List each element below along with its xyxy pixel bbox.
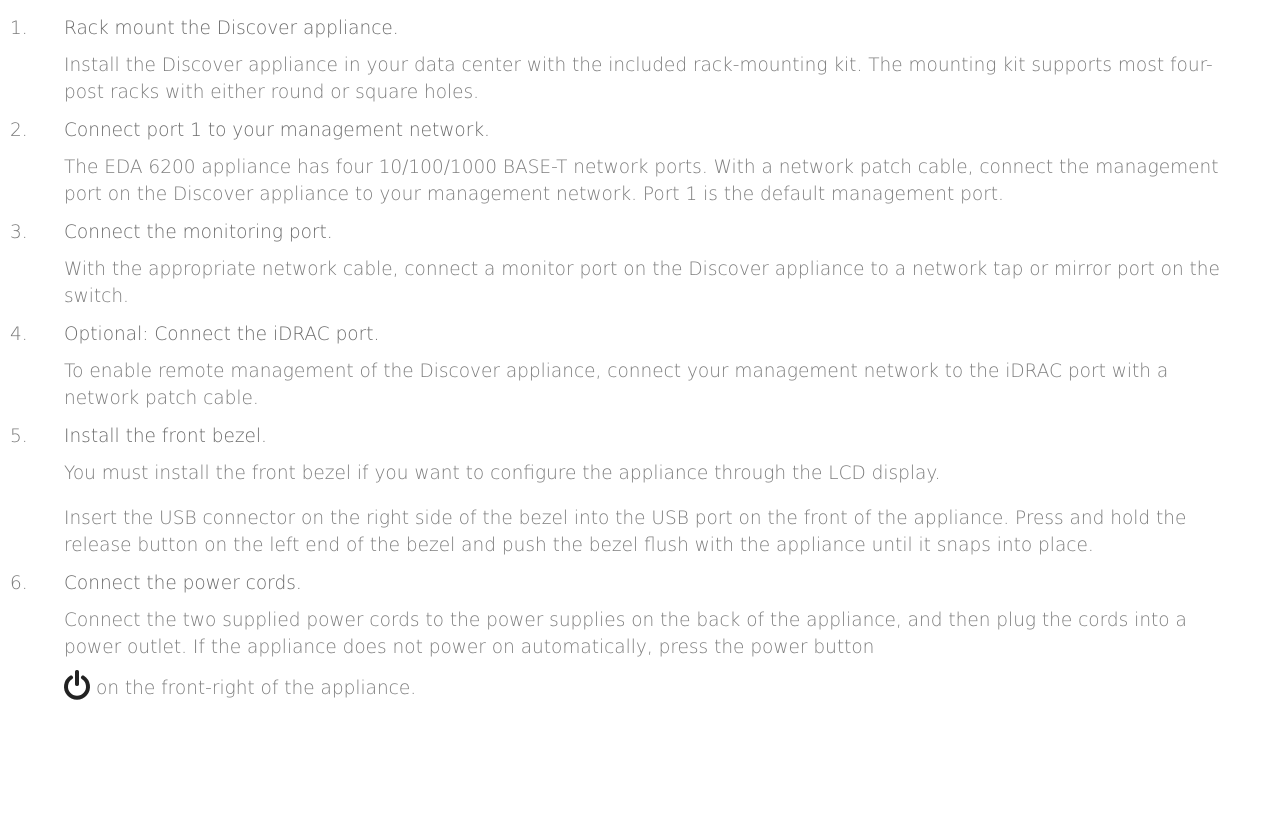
step-number: 5. [10, 426, 28, 447]
installation-steps: 1. Rack mount the Discover appliance. In… [0, 0, 1280, 701]
step-number: 4. [10, 324, 28, 345]
power-icon [64, 670, 90, 700]
step-title: Connect port 1 to your management networ… [64, 120, 490, 141]
step-connect-power-cords: 6. Connect the power cords. Connect the … [0, 569, 1280, 701]
step-trailing-text: on the front-right of the appliance. [96, 678, 417, 699]
step-connect-monitoring-port: 3. Connect the monitoring port. With the… [0, 218, 1280, 310]
step-connect-idrac-port: 4. Optional: Connect the iDRAC port. To … [0, 320, 1280, 412]
step-description: The EDA 6200 appliance has four 10/100/1… [64, 157, 1219, 205]
step-description: With the appropriate network cable, conn… [64, 259, 1220, 307]
step-description: To enable remote management of the Disco… [64, 361, 1169, 409]
step-description: Install the Discover appliance in your d… [64, 55, 1213, 103]
step-title: Connect the monitoring port. [64, 222, 333, 243]
step-number: 6. [10, 573, 28, 594]
step-connect-management-port: 2. Connect port 1 to your management net… [0, 116, 1280, 208]
step-description: You must install the front bezel if you … [64, 463, 941, 484]
step-install-front-bezel: 5. Install the front bezel. You must ins… [0, 422, 1280, 559]
step-number: 2. [10, 120, 28, 141]
step-description: Insert the USB connector on the right si… [64, 508, 1187, 556]
step-title: Install the front bezel. [64, 426, 267, 447]
step-description: Connect the two supplied power cords to … [64, 610, 1187, 658]
step-title: Rack mount the Discover appliance. [64, 18, 399, 39]
step-rack-mount: 1. Rack mount the Discover appliance. In… [0, 14, 1280, 106]
power-button-line: on the front-right of the appliance. [0, 669, 1240, 701]
step-title: Optional: Connect the iDRAC port. [64, 324, 380, 345]
step-title: Connect the power cords. [64, 573, 302, 594]
step-number: 3. [10, 222, 28, 243]
step-number: 1. [10, 18, 28, 39]
